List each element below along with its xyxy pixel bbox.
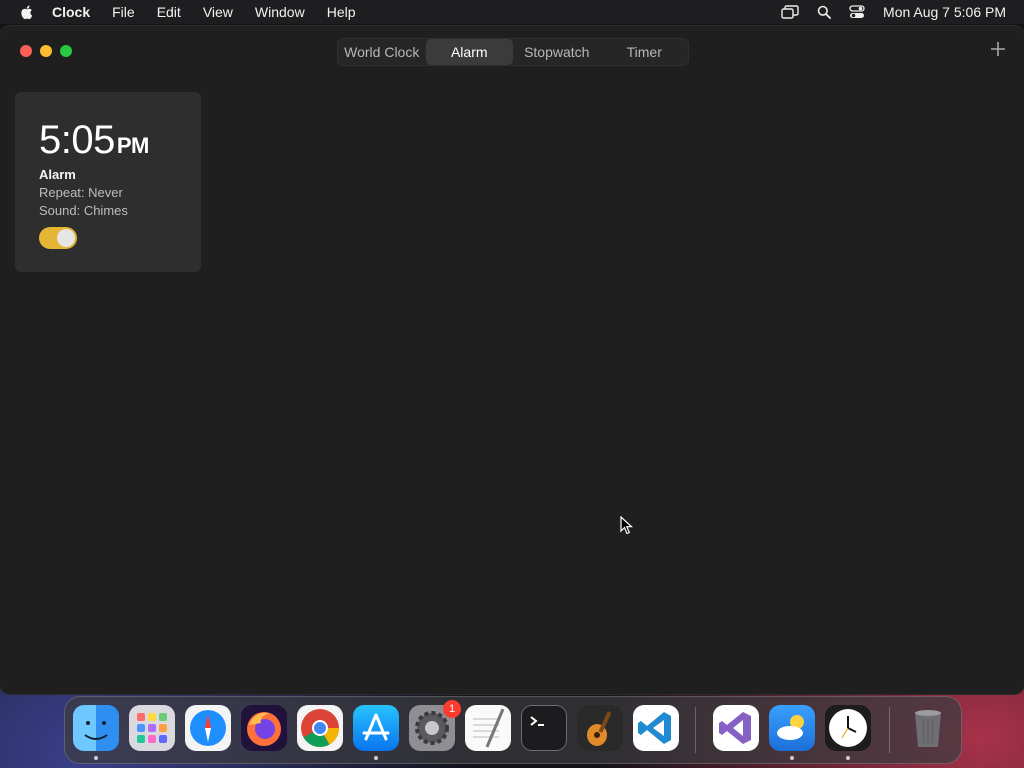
menu-help[interactable]: Help <box>327 4 356 20</box>
menu-app-name[interactable]: Clock <box>52 4 90 20</box>
tab-world-clock[interactable]: World Clock <box>338 39 426 65</box>
alarm-card[interactable]: 5:05PM Alarm Repeat: Never Sound: Chimes <box>15 92 201 272</box>
dock-separator-2 <box>889 707 890 753</box>
launchpad-icon[interactable] <box>129 705 175 751</box>
alarm-label: Alarm <box>39 167 76 182</box>
dock-separator <box>695 707 696 753</box>
screen-mirroring-icon[interactable] <box>781 5 799 19</box>
zoom-button[interactable] <box>60 45 72 57</box>
weather-running-dot <box>790 756 794 760</box>
garageband-icon[interactable] <box>577 705 623 751</box>
alarm-repeat: Repeat: Never <box>39 185 123 200</box>
window-controls <box>20 45 80 57</box>
toggle-knob <box>57 229 75 247</box>
chrome-icon[interactable] <box>297 705 343 751</box>
alarm-toggle[interactable] <box>39 227 77 249</box>
menu-view[interactable]: View <box>203 4 233 20</box>
search-icon[interactable] <box>817 5 831 19</box>
close-button[interactable] <box>20 45 32 57</box>
weather-icon[interactable] <box>769 705 815 751</box>
firefox-icon[interactable] <box>241 705 287 751</box>
trash-icon[interactable] <box>905 705 951 751</box>
menubar-datetime[interactable]: Mon Aug 7 5:06 PM <box>883 4 1006 20</box>
alarm-time: 5:05PM <box>39 118 149 163</box>
system-settings-icon[interactable]: 1 <box>409 700 461 751</box>
safari-icon[interactable] <box>185 705 231 751</box>
menu-edit[interactable]: Edit <box>157 4 181 20</box>
clock-running-dot <box>846 756 850 760</box>
visual-studio-icon[interactable] <box>713 705 759 751</box>
tab-timer[interactable]: Timer <box>601 39 689 65</box>
add-alarm-icon[interactable] <box>990 41 1006 57</box>
apple-icon[interactable] <box>18 3 36 21</box>
mouse-cursor-icon <box>620 516 634 535</box>
menu-file[interactable]: File <box>112 4 135 20</box>
minimize-button[interactable] <box>40 45 52 57</box>
dock: 1 <box>64 696 962 764</box>
menu-bar: Clock File Edit View Window Help Mon Aug… <box>0 0 1024 24</box>
terminal-icon[interactable] <box>521 705 567 751</box>
finder-running-dot <box>94 756 98 760</box>
app-store-icon[interactable] <box>353 705 399 751</box>
view-tabs: World Clock Alarm Stopwatch Timer <box>337 38 689 66</box>
alarm-ampm: PM <box>116 133 150 158</box>
finder-icon[interactable] <box>73 705 119 751</box>
settings-badge: 1 <box>443 700 461 718</box>
app-store-running-dot <box>374 756 378 760</box>
control-center-icon[interactable] <box>849 5 865 19</box>
alarm-sound: Sound: Chimes <box>39 203 128 218</box>
clock-app-icon[interactable] <box>825 705 871 751</box>
tab-stopwatch[interactable]: Stopwatch <box>513 39 601 65</box>
clock-window: World Clock Alarm Stopwatch Timer 5:05PM… <box>0 26 1024 694</box>
menu-window[interactable]: Window <box>255 4 305 20</box>
tab-alarm[interactable]: Alarm <box>425 39 513 65</box>
vscode-icon[interactable] <box>633 705 679 751</box>
textedit-icon[interactable] <box>465 705 511 751</box>
alarm-time-value: 5:05 <box>39 118 115 162</box>
